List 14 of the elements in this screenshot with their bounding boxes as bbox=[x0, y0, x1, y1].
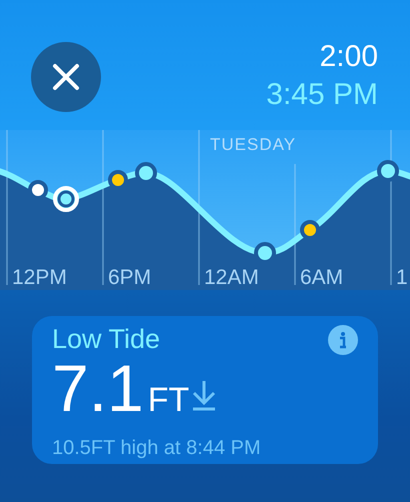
clock-time: 2:00 bbox=[320, 39, 378, 75]
day-label: TUESDAY bbox=[210, 135, 296, 154]
tide-title: Low Tide bbox=[52, 324, 160, 355]
hour-label: 12AM bbox=[204, 266, 259, 289]
hour-label: 1 bbox=[396, 266, 408, 289]
tide-height: 7.1 bbox=[52, 355, 144, 421]
info-icon[interactable] bbox=[328, 324, 358, 354]
hour-label: 6PM bbox=[108, 266, 152, 289]
tide-unit: FT bbox=[148, 380, 190, 421]
next-tide-text: 10.5FT high at 8:44 PM bbox=[52, 437, 262, 460]
hour-label: 12PM bbox=[12, 266, 67, 289]
hour-label: 6AM bbox=[300, 266, 344, 289]
selected-time: 3:45 PM bbox=[266, 77, 378, 113]
close-icon bbox=[52, 63, 80, 91]
